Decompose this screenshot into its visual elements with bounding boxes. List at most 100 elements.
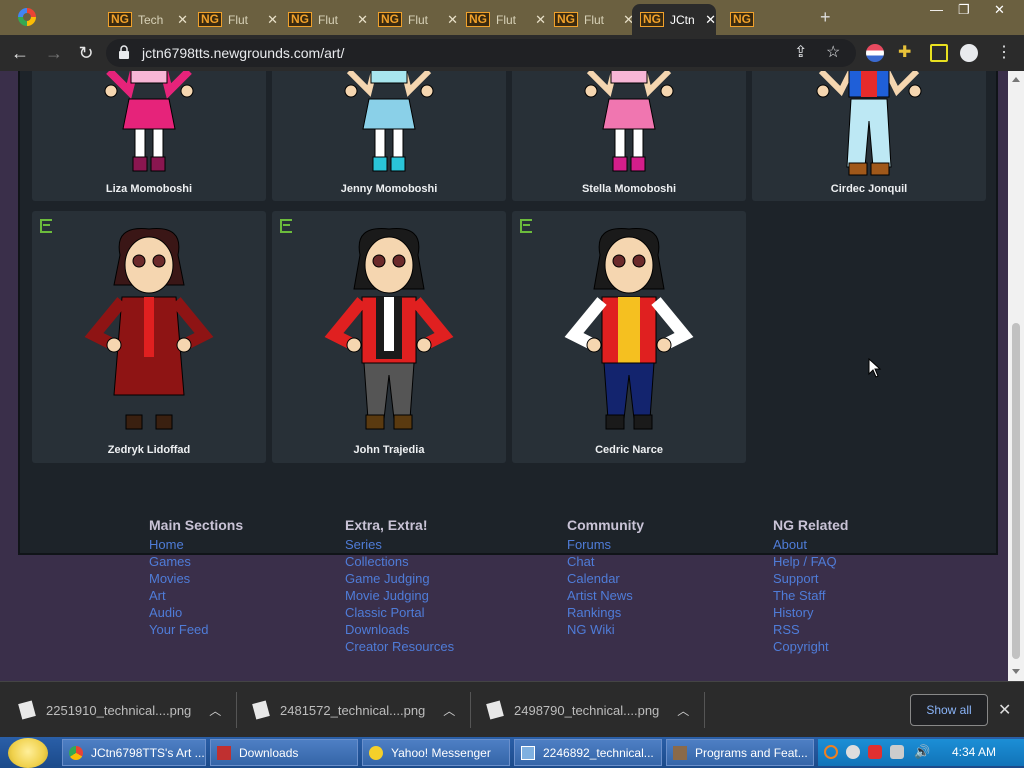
share-icon[interactable]: ⇪ <box>794 45 807 61</box>
browser-tab[interactable]: NG Flut ✕ <box>280 4 368 35</box>
footer-link[interactable]: Chat <box>567 553 644 570</box>
art-card[interactable]: Zedryk Lidoffad <box>32 211 266 463</box>
chevron-up-icon[interactable]: ︿ <box>677 702 689 719</box>
download-item[interactable]: 2481572_technical....png ︿ <box>252 692 455 728</box>
monitor-icon[interactable] <box>890 745 904 759</box>
browser-tab-active[interactable]: NG JCtn ✕ <box>632 4 716 35</box>
footer-link[interactable]: Art <box>149 587 243 604</box>
footer-link[interactable]: Games <box>149 553 243 570</box>
avatar[interactable] <box>960 44 978 62</box>
taskbar-button-downloads[interactable]: Downloads <box>210 739 358 766</box>
footer-link[interactable]: Help / FAQ <box>773 553 848 570</box>
scroll-thumb[interactable] <box>1012 323 1020 659</box>
art-card[interactable]: Cedric Narce <box>512 211 746 463</box>
footer-column-community: Community Forums Chat Calendar Artist Ne… <box>567 517 644 638</box>
art-title[interactable]: Cedric Narce <box>512 444 746 456</box>
footer-link[interactable]: RSS <box>773 621 848 638</box>
scroll-down-icon[interactable] <box>1012 669 1020 674</box>
restore-icon[interactable]: ❐ <box>958 2 970 18</box>
taskbar-button-programs[interactable]: Programs and Feat... <box>666 739 814 766</box>
footer-link[interactable]: Movies <box>149 570 243 587</box>
art-title[interactable]: Liza Momoboshi <box>32 183 266 195</box>
close-icon[interactable]: ✕ <box>705 12 716 28</box>
side-panel-icon[interactable] <box>930 44 948 62</box>
art-card[interactable]: Stella Momoboshi <box>512 71 746 201</box>
footer-link[interactable]: Creator Resources <box>345 638 454 655</box>
footer-link[interactable]: History <box>773 604 848 621</box>
start-button[interactable] <box>8 738 48 768</box>
new-tab-button[interactable]: + <box>820 7 831 28</box>
art-title[interactable]: Jenny Momoboshi <box>272 183 506 195</box>
reload-icon[interactable]: ↻ <box>74 41 98 65</box>
chevron-up-icon[interactable]: ︿ <box>443 702 455 719</box>
browser-tab[interactable]: NG Flut ✕ <box>458 4 546 35</box>
footer-link[interactable]: Series <box>345 536 454 553</box>
close-icon[interactable]: ✕ <box>998 700 1011 720</box>
footer-link[interactable]: Artist News <box>567 587 644 604</box>
footer-link[interactable]: Downloads <box>345 621 454 638</box>
back-arrow-icon[interactable]: ← <box>8 41 32 65</box>
extension-flag-icon[interactable] <box>866 44 884 62</box>
google-icon[interactable] <box>18 8 36 26</box>
download-item[interactable]: 2251910_technical....png ︿ <box>18 692 221 728</box>
footer-link[interactable]: Game Judging <box>345 570 454 587</box>
footer-link[interactable]: Calendar <box>567 570 644 587</box>
taskbar-button-label: Yahoo! Messenger <box>391 745 491 760</box>
browser-tab[interactable]: NG Tech ✕ <box>100 4 188 35</box>
forward-arrow-icon[interactable]: → <box>42 41 66 65</box>
clock[interactable]: 4:34 AM <box>952 745 996 759</box>
browser-tab[interactable]: NG Flut ✕ <box>370 4 458 35</box>
footer-link[interactable]: Classic Portal <box>345 604 454 621</box>
close-icon[interactable]: ✕ <box>177 12 188 28</box>
art-title[interactable]: John Trajedia <box>272 444 506 456</box>
close-icon[interactable]: ✕ <box>447 12 458 28</box>
footer-link[interactable]: About <box>773 536 848 553</box>
tray-app-icon[interactable] <box>846 745 860 759</box>
art-title[interactable]: Cirdec Jonquil <box>752 183 986 195</box>
close-icon[interactable]: ✕ <box>535 12 546 28</box>
minimize-icon[interactable]: — <box>930 2 943 17</box>
taskbar-button-image[interactable]: 2246892_technical... <box>514 739 662 766</box>
tab-label: Flut <box>496 12 517 27</box>
chevron-up-icon[interactable]: ︿ <box>209 702 221 719</box>
art-title[interactable]: Zedryk Lidoffad <box>32 444 266 456</box>
scrollbar[interactable] <box>1008 71 1024 681</box>
network-warning-icon[interactable] <box>868 745 882 759</box>
footer-link[interactable]: Your Feed <box>149 621 243 638</box>
browser-tab[interactable]: NG Flut ✕ <box>190 4 278 35</box>
volume-icon[interactable]: 🔊 <box>914 745 930 759</box>
art-card[interactable]: Jenny Momoboshi <box>272 71 506 201</box>
browser-tab[interactable]: NG <box>722 4 762 35</box>
taskbar-button-chrome[interactable]: JCtn6798TTS's Art ... <box>62 739 206 766</box>
footer-link[interactable]: Collections <box>345 553 454 570</box>
page-content: Liza Momoboshi Jenny Momoboshi Stella Mo… <box>0 71 1008 681</box>
footer-link[interactable]: Rankings <box>567 604 644 621</box>
address-bar[interactable]: jctn6798tts.newgrounds.com/art/ ⇪ ☆ <box>106 39 856 67</box>
footer-link[interactable]: Home <box>149 536 243 553</box>
search-icon[interactable] <box>824 745 838 759</box>
download-item[interactable]: 2498790_technical....png ︿ <box>486 692 689 728</box>
puzzle-icon[interactable]: ✚ <box>898 44 916 62</box>
rating-e-icon <box>280 219 292 233</box>
footer-link[interactable]: Support <box>773 570 848 587</box>
scroll-up-icon[interactable] <box>1012 77 1020 82</box>
footer-link[interactable]: Movie Judging <box>345 587 454 604</box>
browser-tab[interactable]: NG Flut ✕ <box>546 4 634 35</box>
art-gallery-panel: Liza Momoboshi Jenny Momoboshi Stella Mo… <box>18 71 998 555</box>
footer-link[interactable]: Audio <box>149 604 243 621</box>
art-card[interactable]: Liza Momoboshi <box>32 71 266 201</box>
close-icon[interactable]: ✕ <box>357 12 368 28</box>
star-icon[interactable]: ☆ <box>826 45 840 61</box>
close-window-icon[interactable]: ✕ <box>994 2 1005 18</box>
footer-link[interactable]: Forums <box>567 536 644 553</box>
art-card[interactable]: Cirdec Jonquil <box>752 71 986 201</box>
menu-dots-icon[interactable]: ⋮ <box>996 44 1014 62</box>
taskbar-button-yahoo[interactable]: Yahoo! Messenger <box>362 739 510 766</box>
art-title[interactable]: Stella Momoboshi <box>512 183 746 195</box>
footer-link[interactable]: NG Wiki <box>567 621 644 638</box>
close-icon[interactable]: ✕ <box>267 12 278 28</box>
art-card[interactable]: John Trajedia <box>272 211 506 463</box>
footer-link[interactable]: Copyright <box>773 638 848 655</box>
footer-link[interactable]: The Staff <box>773 587 848 604</box>
show-all-button[interactable]: Show all <box>910 694 988 726</box>
